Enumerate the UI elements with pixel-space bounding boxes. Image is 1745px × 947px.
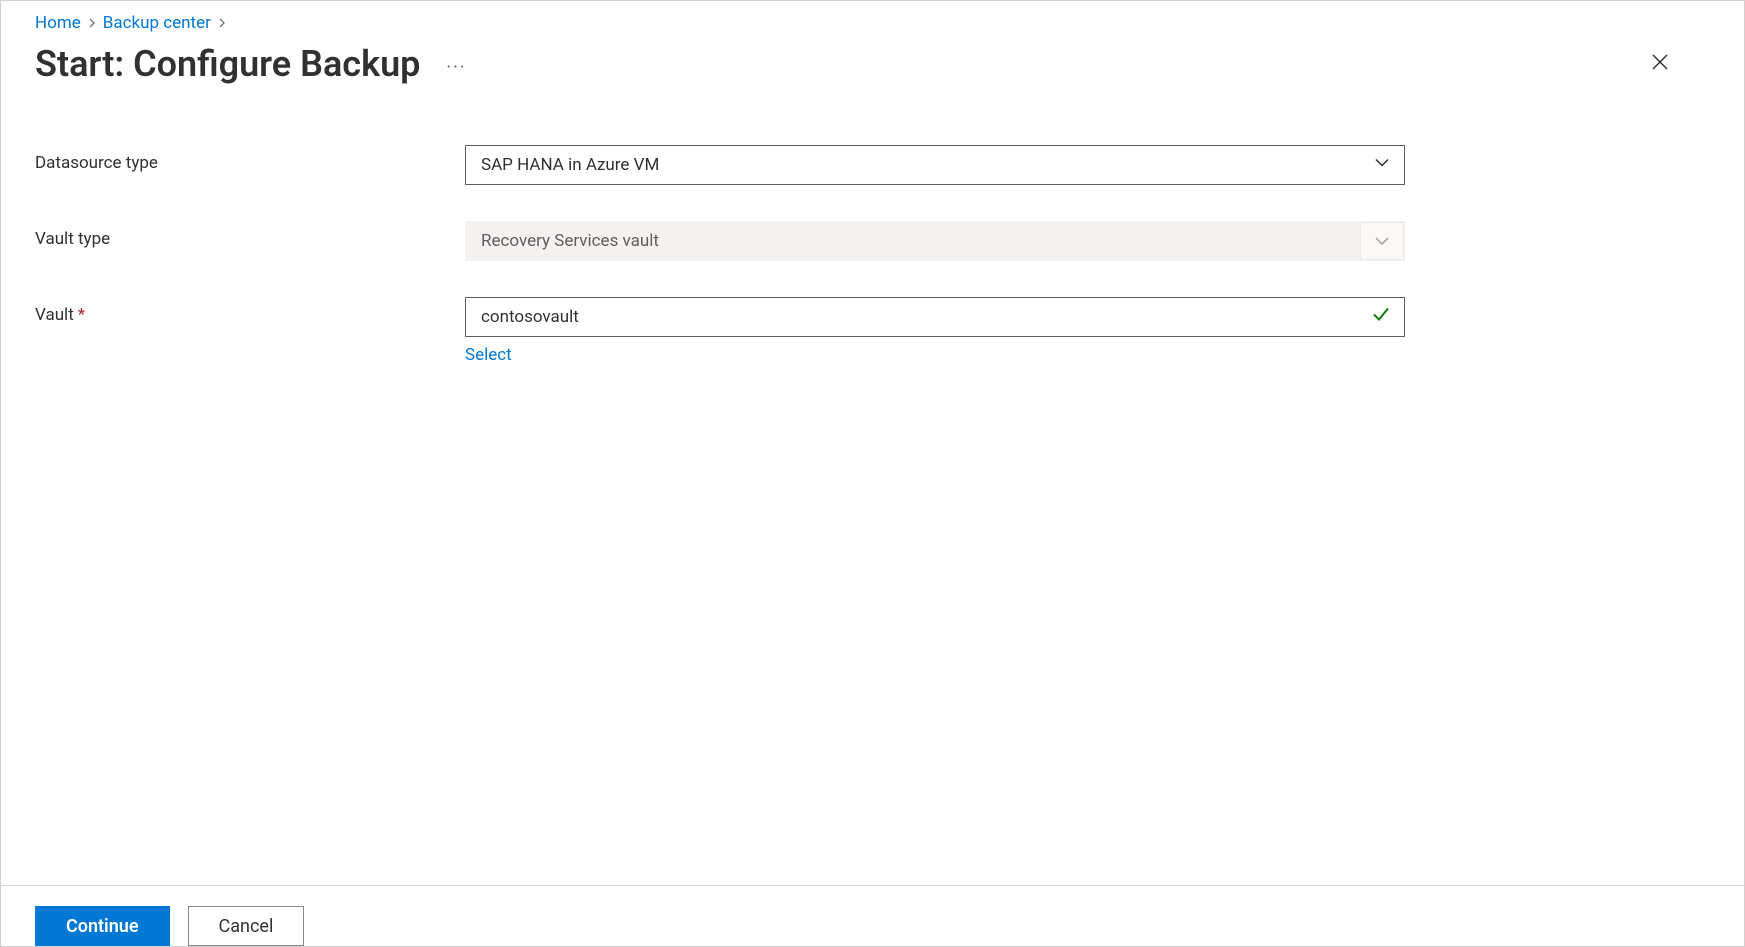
check-icon [1372, 306, 1390, 329]
datasource-type-value: SAP HANA in Azure VM [481, 155, 659, 175]
vault-input[interactable]: contosovault [465, 297, 1405, 337]
required-indicator: * [78, 305, 85, 325]
close-icon [1650, 60, 1670, 76]
datasource-type-select[interactable]: SAP HANA in Azure VM [465, 145, 1405, 185]
chevron-right-icon [87, 13, 97, 33]
continue-button[interactable]: Continue [35, 906, 170, 946]
footer-actions: Continue Cancel [1, 885, 1744, 946]
vault-value: contosovault [481, 307, 579, 327]
chevron-down-icon [1360, 222, 1404, 260]
vault-select-link[interactable]: Select [465, 345, 512, 365]
vault-type-label: Vault type [35, 221, 465, 249]
page-header: Start: Configure Backup ··· [1, 33, 1744, 85]
datasource-type-label: Datasource type [35, 145, 465, 173]
page-title: Start: Configure Backup [35, 43, 420, 85]
chevron-down-icon [1374, 155, 1390, 176]
vault-label: Vault* [35, 297, 465, 325]
breadcrumb-backup-center-link[interactable]: Backup center [103, 13, 211, 33]
form-row-datasource-type: Datasource type SAP HANA in Azure VM [35, 145, 1710, 185]
vault-type-select: Recovery Services vault [465, 221, 1405, 261]
more-actions-button[interactable]: ··· [446, 57, 466, 78]
breadcrumb: Home Backup center [1, 1, 1744, 33]
chevron-right-icon [217, 13, 227, 33]
configure-backup-form: Datasource type SAP HANA in Azure VM Vau… [1, 85, 1744, 365]
form-row-vault-type: Vault type Recovery Services vault [35, 221, 1710, 261]
breadcrumb-home-link[interactable]: Home [35, 13, 81, 33]
vault-type-value: Recovery Services vault [481, 231, 659, 251]
cancel-button[interactable]: Cancel [188, 906, 305, 946]
form-row-vault: Vault* contosovault Select [35, 297, 1710, 365]
close-button[interactable] [1644, 46, 1676, 82]
